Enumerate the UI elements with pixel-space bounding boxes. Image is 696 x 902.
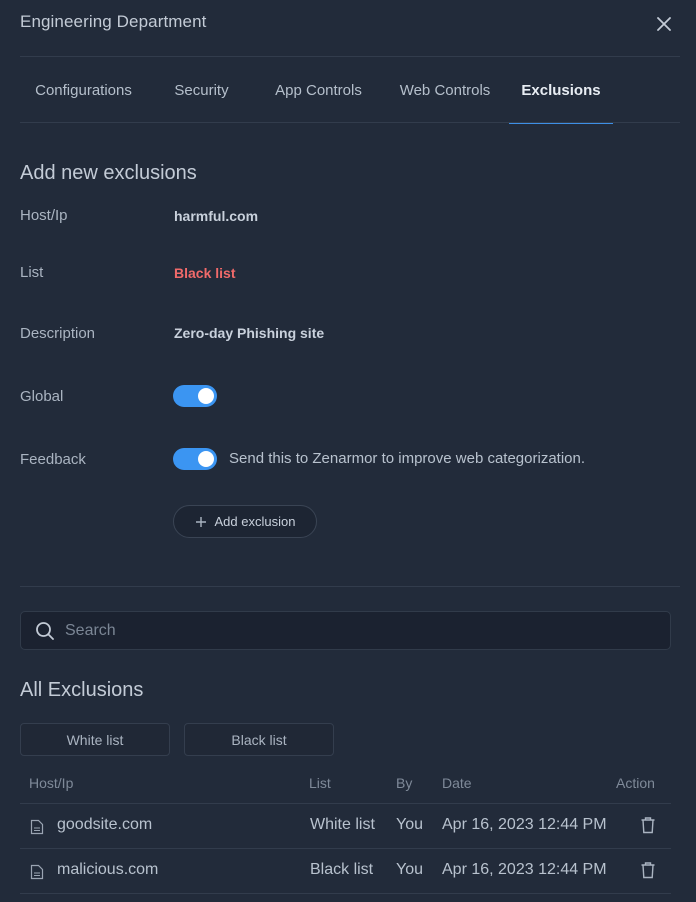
row-by: You (396, 816, 423, 833)
column-list[interactable]: List (309, 775, 331, 791)
host-value[interactable]: harmful.com (174, 208, 258, 224)
add-exclusions-title: Add new exclusions (20, 162, 197, 184)
search-box[interactable] (20, 611, 671, 650)
tabs-divider (20, 122, 680, 123)
column-date[interactable]: Date (442, 775, 472, 791)
feedback-label: Feedback (20, 451, 86, 468)
row-by: You (396, 861, 423, 878)
row-date: Apr 16, 2023 12:44 PM (442, 861, 607, 878)
white-list-filter-button[interactable]: White list (20, 723, 170, 756)
plus-icon (195, 516, 206, 527)
add-exclusion-label: Add exclusion (214, 514, 296, 529)
column-by[interactable]: By (396, 775, 412, 791)
search-icon (36, 621, 54, 640)
feedback-toggle[interactable] (173, 448, 217, 470)
file-icon (30, 864, 44, 880)
toggle-knob (198, 388, 214, 404)
trash-icon[interactable] (640, 861, 656, 879)
row-list: White list (310, 816, 375, 833)
feedback-description: Send this to Zenarmor to improve web cat… (229, 450, 586, 467)
tab-exclusions[interactable]: Exclusions (509, 57, 613, 124)
black-list-filter-button[interactable]: Black list (184, 723, 334, 756)
tab-bar: Configurations Security App Controls Web… (20, 57, 680, 124)
column-action: Action (616, 775, 655, 791)
all-exclusions-title: All Exclusions (20, 679, 144, 701)
list-label: List (20, 264, 44, 281)
table-row[interactable]: goodsite.com White list You Apr 16, 2023… (20, 803, 671, 848)
exclusions-panel: Engineering Department Configurations Se… (0, 0, 696, 902)
close-icon (657, 17, 671, 31)
close-button[interactable] (652, 12, 676, 36)
row-list: Black list (310, 861, 374, 878)
search-input[interactable] (65, 621, 625, 640)
section-divider (20, 586, 680, 587)
panel-title: Engineering Department (20, 12, 207, 31)
trash-icon[interactable] (640, 816, 656, 834)
row-date: Apr 16, 2023 12:44 PM (442, 816, 607, 833)
list-value[interactable]: Black list (174, 265, 235, 281)
add-exclusion-button[interactable]: Add exclusion (173, 505, 317, 538)
row-host: goodsite.com (57, 816, 153, 833)
row-host: malicious.com (57, 861, 159, 878)
row-divider (20, 893, 671, 894)
description-value[interactable]: Zero-day Phishing site (174, 325, 324, 341)
global-toggle[interactable] (173, 385, 217, 407)
file-icon (30, 819, 44, 835)
tab-configurations[interactable]: Configurations (20, 57, 147, 123)
toggle-knob (198, 451, 214, 467)
table-row[interactable]: malicious.com Black list You Apr 16, 202… (20, 848, 671, 893)
column-host[interactable]: Host/Ip (29, 775, 73, 791)
global-label: Global (20, 388, 64, 405)
host-label: Host/Ip (20, 207, 68, 224)
tab-app-controls[interactable]: App Controls (256, 57, 381, 123)
description-label: Description (20, 325, 96, 342)
tab-web-controls[interactable]: Web Controls (381, 57, 509, 123)
tab-security[interactable]: Security (147, 57, 256, 123)
